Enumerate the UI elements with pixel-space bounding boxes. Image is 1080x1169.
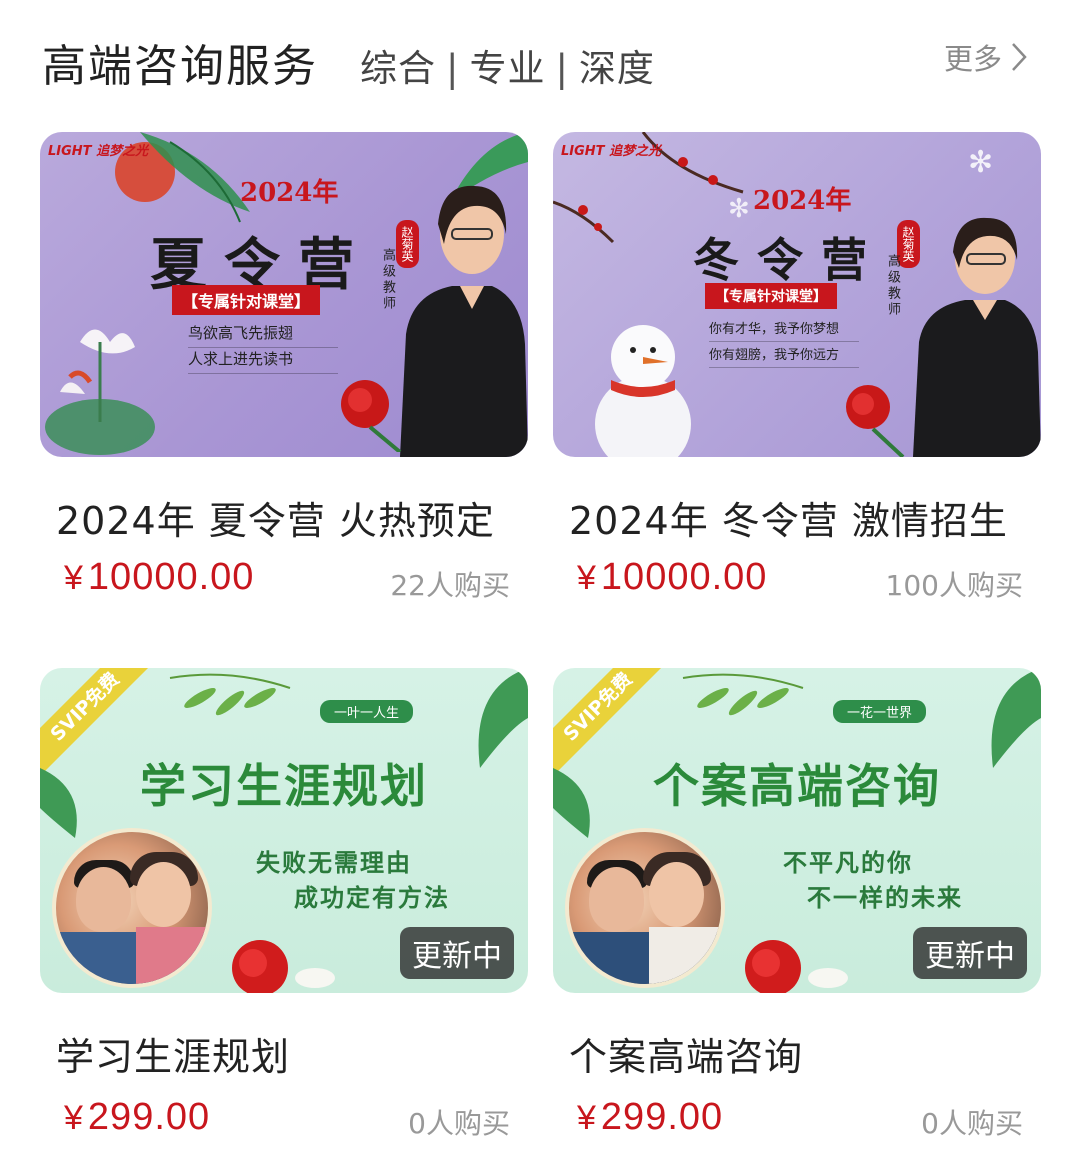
product-name[interactable]: 2024年 冬令营 激情招生 (569, 490, 1008, 545)
product-card[interactable]: ✻ ✻ LIGHT 追梦之光 2024年 冬令营 【专属针对课堂】 你有才华，我… (553, 132, 1041, 612)
teacher-photo (400, 185, 528, 457)
subtitle-part: 综合 (360, 47, 436, 90)
product-price: ¥10000.00 (577, 556, 767, 599)
poster-headline: 冬令营 (693, 233, 885, 287)
chevron-right-icon (1012, 43, 1027, 71)
product-card[interactable]: LIGHT 追梦之光 2024年 夏令营 【专属针对课堂】 鸟欲高飞先振翅 人求… (40, 132, 528, 612)
updating-badge: 更新中 (400, 927, 514, 979)
red-rose-decoration (846, 385, 905, 457)
poster-motto: 一叶一人生 (320, 700, 414, 723)
poster-motto: 一花一世界 (833, 700, 927, 723)
svg-text:✻: ✻ (728, 194, 750, 224)
section-subtitle: 综合 | 专业 | 深度 (360, 38, 655, 92)
price-value: 10000.00 (87, 556, 255, 598)
buyer-count: 0人购买 (408, 1107, 510, 1140)
buyer-count: 0人购买 (921, 1107, 1023, 1140)
updating-badge: 更新中 (913, 927, 1027, 979)
poster-slogan: 不一样的未来 (807, 883, 963, 912)
product-thumbnail[interactable]: SVIP免费 一叶一人生 学习生涯规划 失败无需理由 成功定有方法 更新中 (40, 668, 528, 993)
poster-slogan: 你有翅膀，我予你远方 (709, 344, 859, 368)
product-thumbnail[interactable]: ✻ ✻ LIGHT 追梦之光 2024年 冬令营 【专属针对课堂】 你有才华，我… (553, 132, 1041, 457)
price-value: 299.00 (87, 1096, 211, 1138)
willow-leaf-decoration (682, 673, 804, 716)
teacher-photo (913, 217, 1041, 457)
portrait-photo (565, 828, 725, 988)
lotus-flower-decoration (45, 329, 155, 455)
brand-logo: LIGHT 追梦之光 (48, 144, 149, 159)
price-value: 299.00 (600, 1096, 724, 1138)
poster-slogan: 不平凡的你 (783, 848, 913, 877)
poster-slogan: 人求上进先读书 (188, 348, 338, 374)
poster-slogan: 失败无需理由 (256, 848, 412, 877)
product-name[interactable]: 学习生涯规划 (56, 1026, 290, 1081)
red-carnation-decoration (745, 940, 848, 993)
currency-symbol: ¥ (64, 1099, 84, 1137)
subtitle-separator: | (446, 47, 460, 90)
product-price: ¥299.00 (64, 1096, 210, 1139)
more-label: 更多 (943, 42, 1002, 76)
red-rose-decoration (341, 380, 402, 452)
subtitle-part: 专业 (469, 47, 546, 90)
product-price: ¥10000.00 (64, 556, 254, 599)
section-title: 高端咨询服务 (42, 41, 318, 92)
poster-slogan: 成功定有方法 (294, 883, 450, 912)
subtitle-separator: | (555, 47, 569, 90)
currency-symbol: ¥ (64, 559, 84, 597)
currency-symbol: ¥ (577, 559, 597, 597)
currency-symbol: ¥ (577, 1099, 597, 1137)
snowman-decoration (595, 325, 691, 457)
brand-logo: LIGHT 追梦之光 (561, 144, 662, 159)
teacher-title: 高级教师 (885, 254, 900, 318)
product-name[interactable]: 个案高端咨询 (569, 1026, 803, 1081)
poster-ribbon: 【专属针对课堂】 (705, 283, 837, 309)
product-name[interactable]: 2024年 夏令营 火热预定 (56, 490, 495, 545)
product-card[interactable]: SVIP免费 一花一世界 个案高端咨询 不平凡的你 不一样的未来 更新中 个案高… (553, 668, 1041, 1158)
poster-slogan: 鸟欲高飞先振翅 (188, 322, 338, 348)
buyer-count: 22人购买 (390, 569, 510, 602)
red-carnation-decoration (232, 940, 335, 993)
section-header: 高端咨询服务 综合 | 专业 | 深度 更多 (0, 0, 1080, 110)
svg-text:✻: ✻ (968, 145, 993, 180)
portrait-photo (52, 828, 212, 988)
product-thumbnail[interactable]: SVIP免费 一花一世界 个案高端咨询 不平凡的你 不一样的未来 更新中 (553, 668, 1041, 993)
price-value: 10000.00 (600, 556, 768, 598)
willow-leaf-decoration (169, 673, 291, 716)
buyer-count: 100人购买 (885, 569, 1023, 602)
product-thumbnail[interactable]: LIGHT 追梦之光 2024年 夏令营 【专属针对课堂】 鸟欲高飞先振翅 人求… (40, 132, 528, 457)
subtitle-part: 深度 (578, 47, 655, 90)
poster-headline: 学习生涯规划 (140, 759, 428, 813)
poster-slogan: 你有才华，我予你梦想 (709, 318, 859, 342)
more-link[interactable]: 更多 (944, 36, 1028, 78)
poster-ribbon: 【专属针对课堂】 (172, 285, 321, 315)
product-price: ¥299.00 (577, 1096, 723, 1139)
poster-headline: 个案高端咨询 (653, 759, 941, 813)
product-card[interactable]: SVIP免费 一叶一人生 学习生涯规划 失败无需理由 成功定有方法 更新中 学习… (40, 668, 528, 1158)
